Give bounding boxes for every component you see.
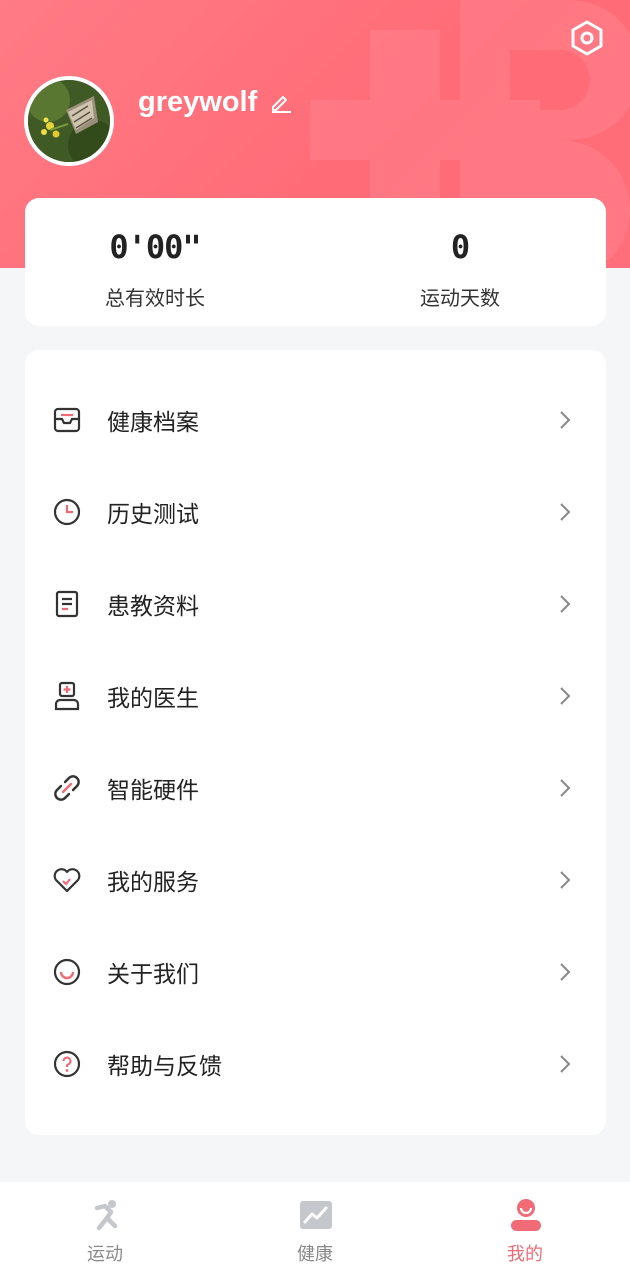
tab-exercise[interactable]: 运动 — [0, 1182, 210, 1280]
help-icon — [51, 1048, 83, 1080]
menu-item-history-test[interactable]: 历史测试 — [25, 466, 606, 558]
avatar[interactable] — [24, 76, 114, 166]
menu-item-label: 健康档案 — [107, 410, 199, 436]
stat-label: 运动天数 — [420, 286, 500, 310]
menu-item-about-us[interactable]: 关于我们 — [25, 926, 606, 1018]
menu-item-label: 关于我们 — [107, 962, 199, 988]
menu-item-help-feedback[interactable]: 帮助与反馈 — [25, 1018, 606, 1110]
menu-item-label: 我的服务 — [107, 870, 199, 896]
link-icon — [51, 772, 83, 804]
tab-mine[interactable]: 我的 — [420, 1182, 630, 1280]
chevron-right-icon — [557, 1052, 573, 1076]
health-chart-icon — [300, 1201, 332, 1229]
menu-card: 健康档案 历史测试 患教资料 我的医生 智能硬件 我的服务 关于我们 帮助与反馈 — [25, 350, 606, 1135]
chevron-right-icon — [557, 868, 573, 892]
stat-label: 总有效时长 — [105, 286, 205, 310]
edit-icon[interactable] — [269, 90, 293, 114]
smile-icon — [51, 956, 83, 988]
chevron-right-icon — [557, 776, 573, 800]
chevron-right-icon — [557, 500, 573, 524]
menu-item-education-material[interactable]: 患教资料 — [25, 558, 606, 650]
document-icon — [51, 588, 83, 620]
settings-button[interactable] — [568, 18, 606, 58]
settings-icon — [571, 20, 603, 56]
profile-icon — [511, 1199, 541, 1231]
health-record-icon — [51, 404, 83, 436]
chevron-right-icon — [557, 592, 573, 616]
menu-item-smart-hardware[interactable]: 智能硬件 — [25, 742, 606, 834]
bottom-tab-bar: 运动 健康 我的 — [0, 1182, 630, 1280]
avatar-image — [28, 80, 110, 162]
exercise-icon — [94, 1200, 118, 1231]
menu-item-health-record[interactable]: 健康档案 — [25, 374, 606, 466]
stats-card: 0'00" 总有效时长 0 运动天数 — [25, 198, 606, 326]
username[interactable]: greywolf — [138, 82, 293, 122]
menu-item-label: 智能硬件 — [107, 778, 199, 804]
stat-total-duration: 0'00" 总有效时长 — [25, 198, 315, 326]
chevron-right-icon — [557, 408, 573, 432]
tab-label: 健康 — [297, 1244, 333, 1265]
menu-item-label: 我的医生 — [107, 686, 199, 712]
tab-label: 我的 — [507, 1244, 543, 1265]
heart-icon — [51, 864, 83, 896]
username-text: greywolf — [138, 85, 258, 118]
doctor-icon — [51, 680, 83, 712]
stat-value: 0 — [450, 228, 470, 266]
menu-item-label: 患教资料 — [107, 594, 199, 620]
menu-item-my-doctor[interactable]: 我的医生 — [25, 650, 606, 742]
chevron-right-icon — [557, 960, 573, 984]
menu-item-label: 帮助与反馈 — [107, 1054, 222, 1080]
clock-icon — [51, 496, 83, 528]
chevron-right-icon — [557, 684, 573, 708]
menu-item-my-service[interactable]: 我的服务 — [25, 834, 606, 926]
menu-item-label: 历史测试 — [107, 502, 199, 528]
tab-health[interactable]: 健康 — [210, 1182, 420, 1280]
stat-value: 0'00" — [109, 228, 201, 266]
stat-exercise-days: 0 运动天数 — [315, 198, 605, 326]
tab-label: 运动 — [87, 1244, 123, 1265]
